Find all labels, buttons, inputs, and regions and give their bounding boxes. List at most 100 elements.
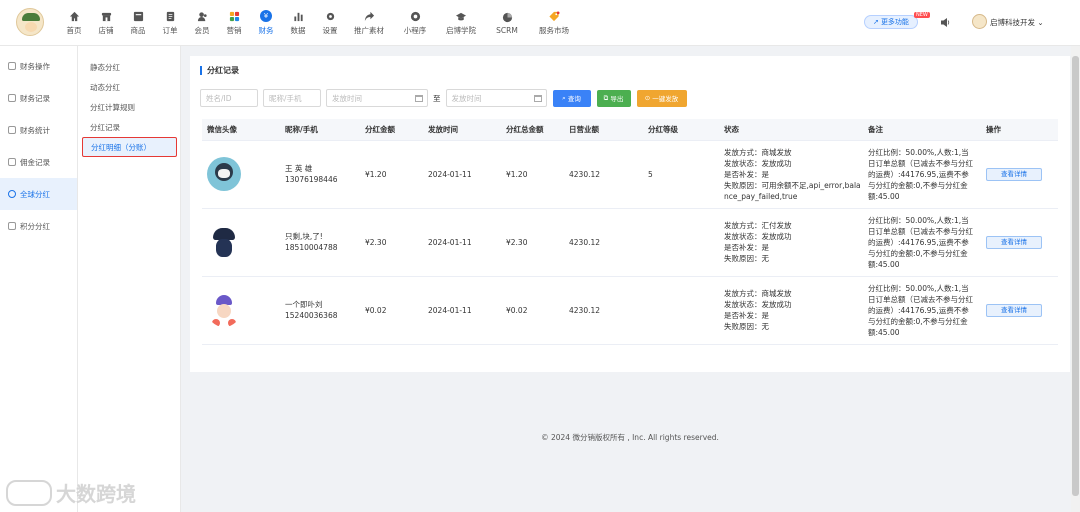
nav-goods[interactable]: 商品 [122,0,154,46]
dividend-total: ¥2.30 [501,208,564,277]
settings-icon [324,10,336,22]
col-header: 分红金额 [360,119,423,141]
nav-order[interactable]: 订单 [154,0,186,46]
calendar-icon [533,94,542,102]
export-button[interactable]: ⧉ 导出 [596,89,631,107]
search-icon: ⌕ [562,93,566,102]
chevron-down-icon: ⌄ [1037,18,1044,27]
send-time: 2024-01-11 [423,208,501,277]
table-header-row: 微信头像 昵称/手机 分红金额 发放时间 分红总金额 日营业额 分红等级 状态 … [202,119,1058,141]
sidebar-item-points-dividend[interactable]: 积分分红 [0,210,77,242]
academy-icon [455,10,467,22]
nickname-phone-input[interactable]: 昵称/手机 [263,89,321,107]
col-header: 昵称/手机 [280,119,360,141]
col-header: 分红总金额 [501,119,564,141]
nav-label: 营销 [226,26,242,35]
remark: 分红比例：50.00%,人数:1,当日订单总额（已减去不参与分红的运费）:441… [863,276,981,345]
nav-home[interactable]: 首页 [58,0,90,46]
nav-store[interactable]: 店铺 [90,0,122,46]
daily-revenue: 4230.12 [564,208,643,277]
col-header: 发放时间 [423,119,501,141]
nav-marketing[interactable]: 营销 [218,0,250,46]
sidebar-item-static-dividend[interactable]: 静态分红 [78,57,180,77]
search-button[interactable]: ⌕ 查询 [552,89,591,107]
points-icon [8,222,16,230]
sidebar-item-finance-ops[interactable]: 财务操作 [0,50,77,82]
dividend-table: 微信头像 昵称/手机 分红金额 发放时间 分红总金额 日营业额 分红等级 状态 … [202,119,1058,345]
status-line: 发放状态：发放成功 [724,158,792,168]
commission-icon [8,158,16,166]
store-icon [100,10,112,22]
col-header: 微信头像 [202,119,280,141]
user-menu[interactable]: 启博科技开发 ⌄ [990,17,1044,28]
sidebar-item-dividend-rules[interactable]: 分红计算规则 [78,97,180,117]
remark: 分红比例：50.00%,人数:1,当日订单总额（已减去不参与分红的运费）:441… [863,208,981,277]
sidebar-item-dividend-details[interactable]: 分红明细（分账） [82,137,177,157]
table-row: 一个即卟刘 15240036368 ¥0.02 2024-01-11 ¥0.02 … [202,276,1058,345]
top-navigation-bar: 首页 店铺 商品 订单 会员 营销 ¥ 财务 数据 设置 推广素材 小程序 启博… [0,0,1080,46]
more-features-button[interactable]: ➚ 更多功能 [864,15,918,29]
scrollbar-thumb[interactable] [1072,56,1079,496]
view-details-button[interactable]: 查看详情 [986,303,1042,317]
nav-academy[interactable]: 启博学院 [438,0,484,46]
name-id-input[interactable]: 姓名/ID [200,89,258,107]
sidebar-item-commission[interactable]: 佣金记录 [0,146,77,178]
dividend-total: ¥0.02 [501,276,564,345]
speaker-icon[interactable] [940,17,950,28]
nav-miniapp[interactable]: 小程序 [392,0,438,46]
nav-service-market[interactable]: 服务市场 [530,0,578,46]
nav-label: 推广素材 [354,26,384,35]
app-logo[interactable] [16,8,44,36]
phone: 13076198446 [285,175,338,184]
date-range-separator: 至 [433,93,441,103]
status-line: 是否补发：是 [724,169,769,179]
vertical-scrollbar[interactable] [1071,46,1080,512]
page-title: 分红记录 [200,66,239,75]
dividend-amount: ¥1.20 [360,140,423,209]
calendar-icon [415,94,423,102]
status-line: 发放方式：商城发放 [724,289,792,298]
col-header: 日营业额 [564,119,643,141]
dividend-level [643,276,719,345]
nickname: 王 英 雄 [285,164,313,173]
nav-label: 商品 [130,26,146,35]
nav-finance[interactable]: ¥ 财务 [250,0,282,46]
batch-send-button[interactable]: ⊙ 一键发放 [636,89,687,107]
user-avatar[interactable] [972,14,987,29]
marketing-icon [228,10,240,22]
view-details-button[interactable]: 查看详情 [986,167,1042,181]
nav-label: 数据 [290,26,306,35]
miniapp-icon [409,10,421,22]
nav-settings[interactable]: 设置 [314,0,346,46]
status-line: 失败原因：无 [724,254,769,263]
table-row: 王 英 雄 13076198446 ¥1.20 2024-01-11 ¥1.20 … [202,140,1058,209]
nav-member[interactable]: 会员 [186,0,218,46]
sidebar-item-global-dividend[interactable]: 全球分红 [0,178,77,210]
status-line: 发放状态：发放成功 [724,232,792,241]
secondary-sidebar: 静态分红 动态分红 分红计算规则 分红记录 分红明细（分账） [78,46,181,512]
sidebar-item-dynamic-dividend[interactable]: 动态分红 [78,77,180,97]
col-header: 备注 [863,119,981,141]
sidebar-item-finance-stats[interactable]: 财务统计 [0,114,77,146]
status-line: 发放方式：商城发放 [724,147,792,157]
rocket-icon: ➚ [873,18,879,26]
nav-data[interactable]: 数据 [282,0,314,46]
col-header: 状态 [719,119,863,141]
nav-scrm[interactable]: SCRM [484,0,530,46]
send-icon: ⊙ [644,94,651,102]
watermark-logo-icon [6,479,52,506]
end-date-input[interactable]: 发放时间 [445,89,547,107]
sidebar-item-finance-records[interactable]: 财务记录 [0,82,77,114]
nav-promo-material[interactable]: 推广素材 [346,0,392,46]
daily-revenue: 4230.12 [564,140,643,209]
view-details-button[interactable]: 查看详情 [986,235,1042,249]
nav-label: 首页 [66,26,82,35]
sidebar-item-dividend-records[interactable]: 分红记录 [78,117,180,137]
new-badge: NEW [914,12,930,18]
start-date-input[interactable]: 发放时间 [326,89,428,107]
home-icon [68,10,80,22]
copyright-footer: © 2024 微分销版权所有 , Inc. All rights reserve… [541,433,719,442]
member-icon [196,10,208,22]
nav-label: 小程序 [403,26,427,35]
nav-label: 财务 [258,26,274,35]
